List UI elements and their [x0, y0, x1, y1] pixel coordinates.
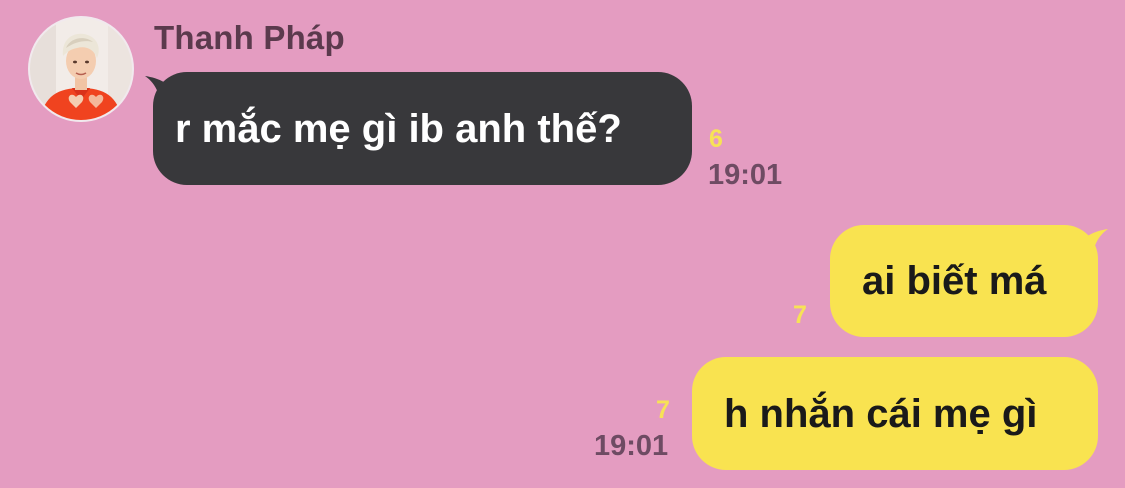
- outgoing-message-bubble[interactable]: ai biết má: [830, 225, 1098, 337]
- sender-avatar[interactable]: [30, 18, 132, 120]
- sender-name: Thanh Pháp: [154, 19, 345, 56]
- message-text: ai biết má: [862, 259, 1047, 303]
- read-count: 6: [709, 125, 723, 153]
- avatar-photo: [30, 18, 132, 120]
- incoming-message-bubble[interactable]: r mắc mẹ gì ib anh thế?: [153, 72, 692, 185]
- outgoing-message-bubble[interactable]: h nhắn cái mẹ gì: [692, 357, 1098, 470]
- read-count: 7: [656, 396, 670, 424]
- message-text: r mắc mẹ gì ib anh thế?: [175, 106, 622, 151]
- message-timestamp: 19:01: [708, 159, 783, 191]
- message-timestamp: 19:01: [594, 430, 669, 462]
- read-count: 7: [793, 301, 807, 329]
- message-text: h nhắn cái mẹ gì: [724, 391, 1038, 436]
